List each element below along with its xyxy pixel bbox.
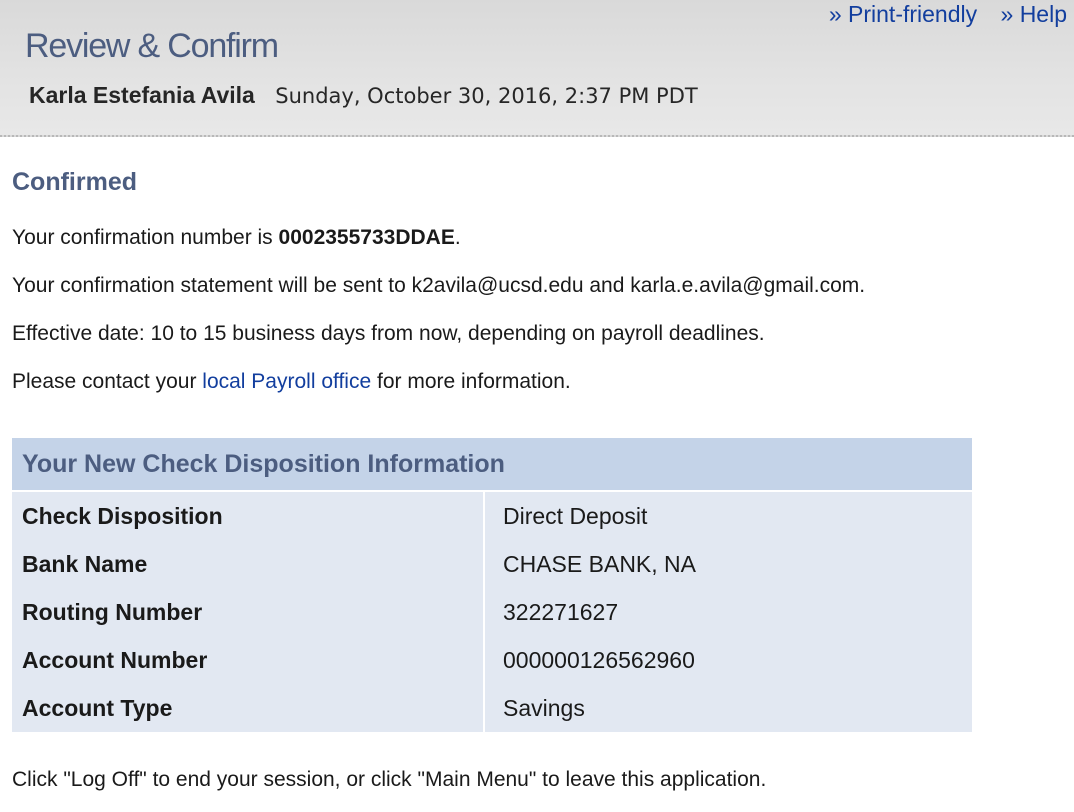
row-value-routing-number: 322271627 xyxy=(503,598,619,625)
local-payroll-office-link[interactable]: local Payroll office xyxy=(202,370,371,393)
confirmation-number-line: Your confirmation number is 0002355733DD… xyxy=(12,214,1062,262)
table-row: Bank Name CHASE BANK, NA xyxy=(12,540,972,588)
table-row: Account Number 000000126562960 xyxy=(12,636,972,684)
table-heading: Your New Check Disposition Information xyxy=(12,438,972,492)
user-info-line: Karla Estefania Avila Sunday, October 30… xyxy=(29,82,698,109)
effective-date-line: Effective date: 10 to 15 business days f… xyxy=(12,322,765,345)
timestamp: Sunday, October 30, 2016, 2:37 PM PDT xyxy=(275,84,698,108)
contact-prefix: Please contact your xyxy=(12,370,203,393)
page-header: » Print-friendly » Help Review & Confirm… xyxy=(0,0,1074,137)
row-label-check-disposition: Check Disposition xyxy=(12,491,485,540)
confirmed-heading: Confirmed xyxy=(12,168,137,196)
row-label-routing-number: Routing Number xyxy=(12,588,485,636)
page-title: Review & Confirm xyxy=(25,27,279,65)
contact-suffix: for more information. xyxy=(371,370,571,393)
confirmation-number-suffix: . xyxy=(454,226,461,249)
contact-line: Please contact your local Payroll office… xyxy=(12,358,1062,406)
row-value-check-disposition: Direct Deposit xyxy=(503,502,648,529)
top-links: » Print-friendly » Help xyxy=(812,1,1067,28)
table-row: Account Type Savings xyxy=(12,684,972,732)
statement-line: Your confirmation statement will be sent… xyxy=(12,274,866,297)
row-label-bank-name: Bank Name xyxy=(12,540,485,588)
row-value-account-number: 000000126562960 xyxy=(503,646,695,673)
confirmation-number: 0002355733DDAE xyxy=(278,226,455,249)
table-row: Routing Number 322271627 xyxy=(12,588,972,636)
user-name: Karla Estefania Avila xyxy=(29,82,255,108)
check-disposition-table: Your New Check Disposition Information C… xyxy=(12,438,972,732)
row-value-account-type: Savings xyxy=(503,694,585,721)
print-friendly-link[interactable]: » Print-friendly xyxy=(829,1,977,27)
table-header-row: Your New Check Disposition Information xyxy=(12,438,972,492)
table-row: Check Disposition Direct Deposit xyxy=(12,491,972,540)
row-label-account-number: Account Number xyxy=(12,636,485,684)
main-content: Confirmed Your confirmation number is 00… xyxy=(0,167,1074,792)
row-label-account-type: Account Type xyxy=(12,684,485,732)
session-instructions: Click "Log Off" to end your session, or … xyxy=(12,768,767,791)
row-value-bank-name: CHASE BANK, NA xyxy=(503,550,696,577)
confirmation-number-prefix: Your confirmation number is xyxy=(12,226,279,249)
help-link[interactable]: » Help xyxy=(1001,1,1067,27)
